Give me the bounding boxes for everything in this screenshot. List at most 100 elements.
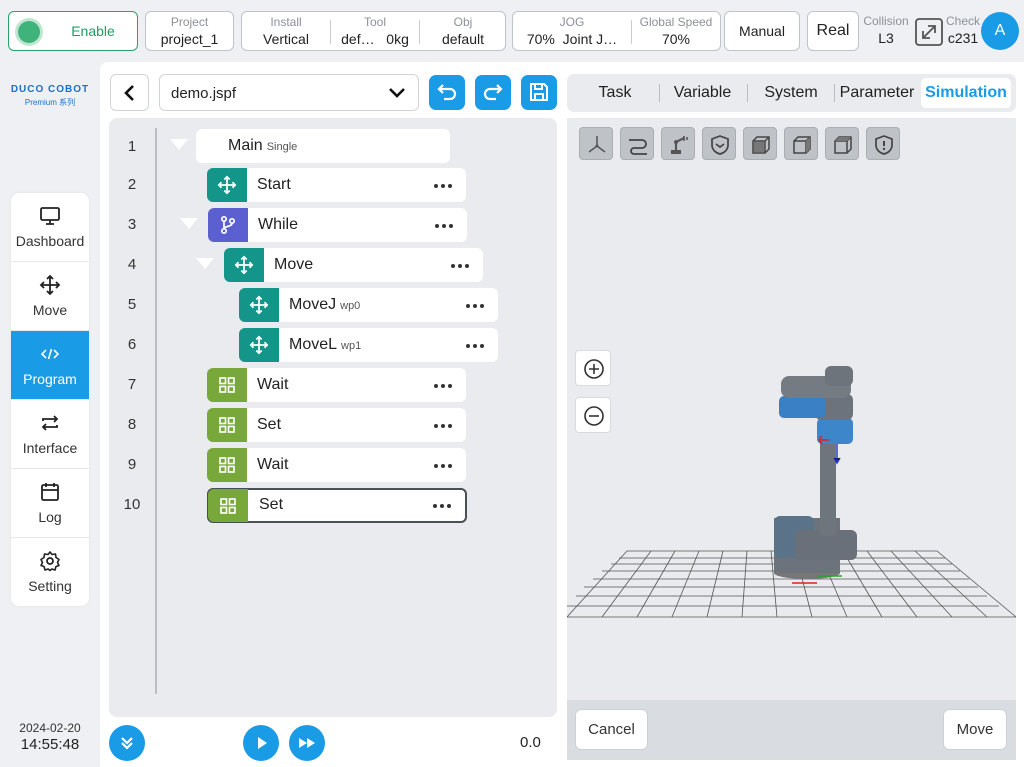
tab-system[interactable]: System — [748, 78, 834, 108]
line-number: 6 — [127, 336, 137, 353]
obj-cell[interactable]: Obj default — [420, 12, 506, 50]
collision-caption: Collision — [863, 14, 909, 28]
tree-node-set[interactable]: Set — [207, 408, 466, 442]
check-indicator[interactable]: Check c231 — [944, 11, 982, 46]
line-number: 8 — [127, 416, 137, 433]
robot-3d-scene — [567, 366, 1016, 618]
nav-item-setting[interactable]: Setting — [11, 538, 89, 606]
jog-value-row: 70% Joint J… — [513, 31, 631, 47]
play-button[interactable] — [243, 725, 279, 761]
nav-label: Log — [38, 509, 62, 525]
collapse-toggle[interactable] — [170, 139, 188, 150]
jog-caption: JOG — [559, 15, 585, 29]
collapse-toggle[interactable] — [180, 218, 198, 229]
redo-button[interactable] — [475, 75, 511, 110]
move-arrows-icon — [234, 255, 254, 275]
more-options-icon[interactable] — [466, 344, 484, 348]
node-type-badge — [208, 489, 248, 522]
more-options-icon[interactable] — [434, 384, 452, 388]
nav-item-move[interactable]: Move — [11, 262, 89, 331]
fast-forward-icon — [299, 738, 315, 748]
global-speed-cell[interactable]: Global Speed 70% — [632, 12, 720, 50]
enable-button[interactable]: Enable — [8, 11, 138, 51]
node-title: Set — [259, 496, 284, 513]
tree-node-wait[interactable]: Wait — [207, 368, 466, 402]
line-number: 10 — [123, 496, 141, 513]
node-title: While — [258, 216, 299, 233]
redo-icon — [483, 84, 503, 101]
grid-icon — [219, 417, 235, 433]
obj-value: default — [441, 31, 485, 47]
move-button[interactable]: Move — [943, 709, 1007, 750]
simulation-viewport[interactable] — [567, 118, 1016, 700]
enable-label: Enable — [71, 23, 115, 39]
collapse-toggle[interactable] — [196, 258, 214, 269]
real-mode-button[interactable]: Real — [807, 11, 859, 51]
grid-icon — [219, 457, 235, 473]
save-button[interactable] — [521, 75, 557, 110]
status-bar: Enable Project project_1 Install Vertica… — [0, 0, 1024, 62]
manual-mode-button[interactable]: Manual — [724, 11, 800, 51]
tab-parameter[interactable]: Parameter — [835, 78, 919, 108]
collision-indicator[interactable]: Collision L3 — [862, 11, 910, 46]
project-selector[interactable]: Project project_1 — [145, 11, 234, 51]
tab-simulation[interactable]: Simulation — [921, 78, 1011, 108]
node-title: MoveL — [289, 336, 338, 353]
node-subtitle: wp0 — [340, 300, 361, 312]
line-number: 3 — [127, 216, 137, 233]
user-avatar[interactable]: A — [981, 12, 1019, 50]
nav-item-log[interactable]: Log — [11, 469, 89, 538]
step-down-button[interactable] — [109, 725, 145, 761]
tree-node-move[interactable]: Move — [224, 248, 483, 282]
node-type-badge — [239, 328, 279, 362]
check-value: c231 — [947, 30, 979, 46]
tool-value: def… 0kg — [331, 31, 419, 47]
tree-node-wait[interactable]: Wait — [207, 448, 466, 482]
tree-node-while[interactable]: While — [208, 208, 467, 242]
brand-logo: DUCO COBOT Premium 系列 — [10, 84, 90, 108]
more-options-icon[interactable] — [433, 504, 451, 508]
tab-variable[interactable]: Variable — [660, 78, 745, 108]
install-tool-obj-group[interactable]: Install Vertical Tool def… 0kg Obj defau… — [241, 11, 506, 51]
tool-cell[interactable]: Tool def… 0kg — [331, 12, 419, 50]
global-speed-caption: Global Speed — [639, 15, 713, 29]
branch-icon — [220, 215, 236, 235]
move-arrows-icon — [249, 295, 269, 315]
more-options-icon[interactable] — [434, 464, 452, 468]
tree-node-movej[interactable]: MoveJ wp0 — [239, 288, 498, 322]
tree-node-main[interactable]: Main Single — [196, 129, 450, 163]
nav-item-dashboard[interactable]: Dashboard — [11, 193, 89, 262]
jog-speed-group[interactable]: JOG 70% Joint J… Global Speed 70% — [512, 11, 721, 51]
back-button[interactable] — [110, 74, 149, 111]
node-title: Main — [228, 137, 263, 154]
more-options-icon[interactable] — [435, 224, 453, 228]
program-file-name: demo.jspf — [171, 85, 237, 102]
node-type-badge — [224, 248, 264, 282]
tree-node-start[interactable]: Start — [207, 168, 466, 202]
tab-task[interactable]: Task — [571, 78, 659, 108]
more-options-icon[interactable] — [434, 184, 452, 188]
gear-icon — [40, 551, 60, 572]
nav-item-program[interactable]: Program — [11, 331, 89, 400]
line-number: 1 — [127, 138, 137, 155]
fast-forward-button[interactable] — [289, 725, 325, 761]
cancel-button[interactable]: Cancel — [575, 709, 648, 750]
more-options-icon[interactable] — [451, 264, 469, 268]
more-options-icon[interactable] — [466, 304, 484, 308]
more-options-icon[interactable] — [434, 424, 452, 428]
install-value: Vertical — [263, 31, 309, 47]
install-cell[interactable]: Install Vertical — [242, 12, 330, 50]
node-type-badge — [207, 168, 247, 202]
tree-node-movel[interactable]: MoveL wp1 — [239, 328, 498, 362]
node-title: MoveJ — [289, 296, 337, 313]
install-caption: Install — [270, 15, 302, 29]
nav-item-interface[interactable]: Interface — [11, 400, 89, 469]
program-file-select[interactable]: demo.jspf — [159, 74, 419, 111]
expand-icon[interactable] — [914, 17, 944, 47]
jog-cell[interactable]: JOG 70% Joint J… — [513, 12, 631, 50]
tree-node-set-selected[interactable]: Set — [207, 488, 467, 523]
undo-button[interactable] — [429, 75, 465, 110]
move-arrows-icon — [217, 175, 237, 195]
grid-icon — [220, 498, 236, 514]
line-number: 4 — [127, 256, 137, 273]
